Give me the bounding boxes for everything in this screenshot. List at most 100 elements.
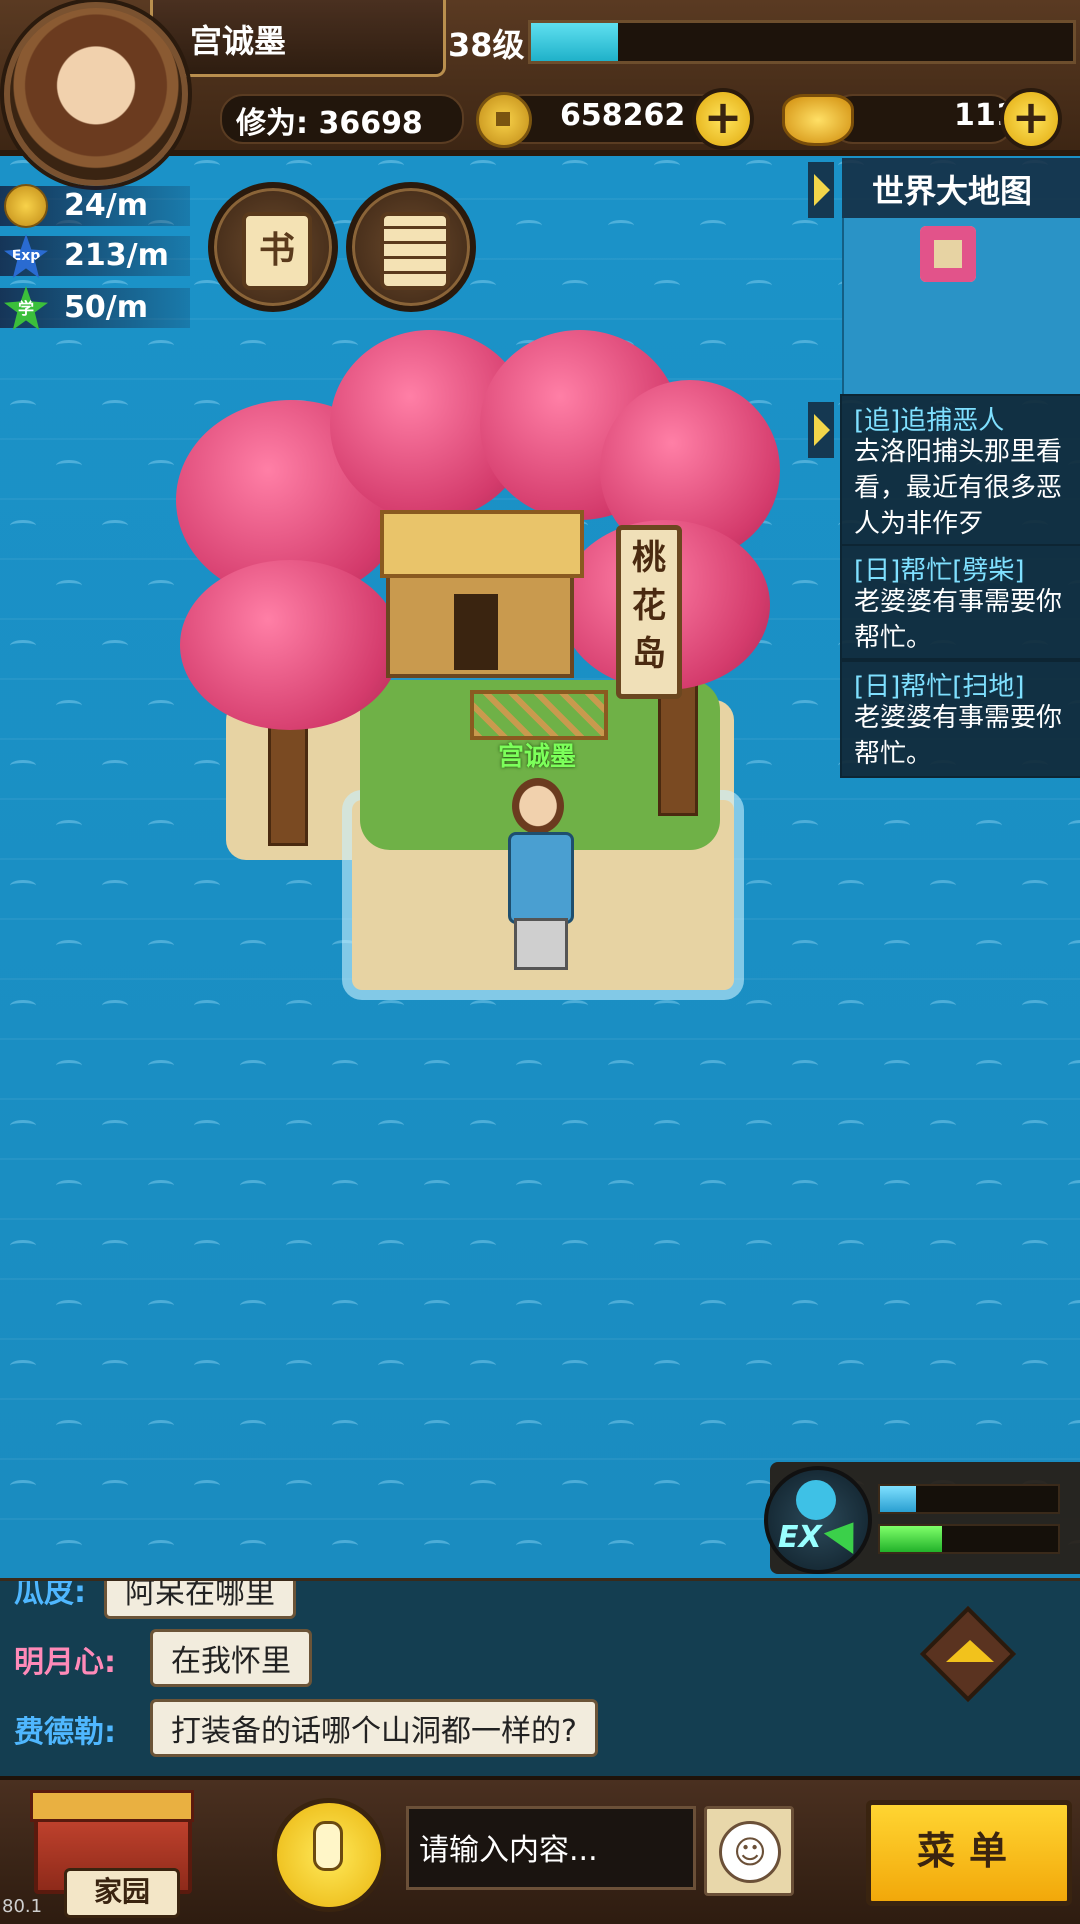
emoji-button[interactable]: ☺ [704, 1806, 794, 1896]
wave-mark [792, 820, 818, 831]
wave-mark [194, 160, 220, 171]
quest-item[interactable]: [追]追捕恶人 去洛阳捕头那里看看，最近有很多恶人为非作歹 [840, 394, 1080, 546]
wave-mark [332, 1060, 358, 1071]
wave-mark [286, 1120, 312, 1131]
wave-mark [608, 940, 634, 951]
wave-mark [194, 640, 220, 651]
wave-mark [286, 1360, 312, 1371]
wave-mark [286, 400, 312, 411]
home-button-label[interactable]: 家园 [64, 1868, 180, 1918]
wave-mark [148, 1420, 174, 1431]
minimap-title: 世界大地图 [872, 172, 1033, 210]
level-progress-fill [531, 23, 618, 61]
ex-arrow-icon [823, 1512, 869, 1554]
wave-mark [1068, 1180, 1080, 1191]
wave-mark [1022, 1000, 1048, 1011]
quest-toggle-arrow[interactable] [808, 402, 834, 458]
wave-mark [700, 220, 726, 231]
wave-mark [608, 340, 634, 351]
wave-mark [148, 1180, 174, 1191]
wave-mark [562, 1240, 588, 1251]
quest-item[interactable]: [日]帮忙[扫地] 老婆婆有事需要你帮忙。 [840, 660, 1080, 778]
corner-number: 80.1 [2, 1896, 43, 1917]
wave-mark [792, 1060, 818, 1071]
wave-mark [516, 1060, 542, 1071]
wave-mark [378, 1120, 404, 1131]
ex-bar-green-fill [880, 1526, 943, 1552]
book-button[interactable]: 书 [208, 182, 338, 312]
world-minimap[interactable] [842, 218, 1080, 394]
wave-mark [746, 760, 772, 771]
wave-mark [1022, 1240, 1048, 1251]
wave-mark [424, 340, 450, 351]
ex-bar-green [878, 1524, 1060, 1554]
wave-mark [240, 700, 266, 711]
wave-mark [746, 1360, 772, 1371]
calendar-button[interactable] [346, 182, 476, 312]
wave-mark [378, 1480, 404, 1491]
ex-figure-icon [796, 1480, 836, 1520]
add-ingots-button[interactable]: + [1000, 88, 1062, 150]
wave-mark [608, 1420, 634, 1431]
wave-mark [654, 1240, 680, 1251]
wave-mark [792, 460, 818, 471]
wave-mark [240, 1540, 266, 1551]
character-head [512, 778, 564, 834]
wave-mark [654, 520, 680, 531]
wave-mark [562, 760, 588, 771]
chat-input[interactable]: 请输入内容... [406, 1806, 696, 1890]
gold-ingot-icon [782, 94, 854, 146]
add-coins-button[interactable]: + [692, 88, 754, 150]
wave-mark [608, 460, 634, 471]
wave-mark [700, 700, 726, 711]
wave-mark [470, 880, 496, 891]
wave-mark [884, 1300, 910, 1311]
exp-rate-icon: Exp [4, 234, 48, 278]
wave-mark [148, 940, 174, 951]
wave-mark [424, 460, 450, 471]
wave-mark [838, 1120, 864, 1131]
microphone-icon [313, 1821, 343, 1871]
wave-mark [286, 880, 312, 891]
chat-log[interactable]: 瓜皮: 阿呆在哪里 明月心: 在我怀里 费德勒: 打装备的话哪个山洞都一样的? [0, 1578, 1080, 1781]
hut[interactable] [380, 510, 584, 678]
study-rate-value: 50/m [64, 290, 148, 325]
wave-mark [240, 940, 266, 951]
wave-mark [378, 1240, 404, 1251]
wave-mark [102, 1240, 128, 1251]
wave-mark [884, 1060, 910, 1071]
player-avatar[interactable] [4, 2, 188, 186]
minimap-toggle-arrow[interactable] [808, 162, 834, 218]
wave-mark [286, 160, 312, 171]
chat-sender: 瓜皮: [14, 1578, 86, 1610]
wave-mark [654, 640, 680, 651]
wave-mark [838, 1360, 864, 1371]
wave-mark [838, 880, 864, 891]
wave-mark [194, 1240, 220, 1251]
wave-mark [148, 1540, 174, 1551]
wave-mark [792, 700, 818, 711]
wave-mark [194, 880, 220, 891]
wave-mark [56, 340, 82, 351]
wave-mark [838, 1240, 864, 1251]
quest-description: 老婆婆有事需要你帮忙。 [854, 587, 1063, 653]
wave-mark [332, 1180, 358, 1191]
player-character[interactable] [498, 778, 578, 970]
voice-input-button[interactable] [272, 1798, 386, 1912]
menu-button[interactable]: 菜单 [866, 1800, 1072, 1906]
wave-mark [1022, 880, 1048, 891]
chat-expand-button[interactable] [919, 1605, 1034, 1703]
level-progress-bar [528, 20, 1076, 64]
chat-message: 阿呆在哪里 [104, 1581, 296, 1619]
quest-title: [日]帮忙[扫地] [854, 672, 1025, 702]
wave-mark [700, 580, 726, 591]
wave-mark [56, 1420, 82, 1431]
wave-mark [286, 1000, 312, 1011]
quest-item[interactable]: [日]帮忙[劈柴] 老婆婆有事需要你帮忙。 [840, 544, 1080, 660]
wave-mark [562, 1000, 588, 1011]
wave-mark [194, 520, 220, 531]
wave-mark [286, 1240, 312, 1251]
wave-mark [976, 820, 1002, 831]
wave-mark [608, 1300, 634, 1311]
wave-mark [470, 160, 496, 171]
